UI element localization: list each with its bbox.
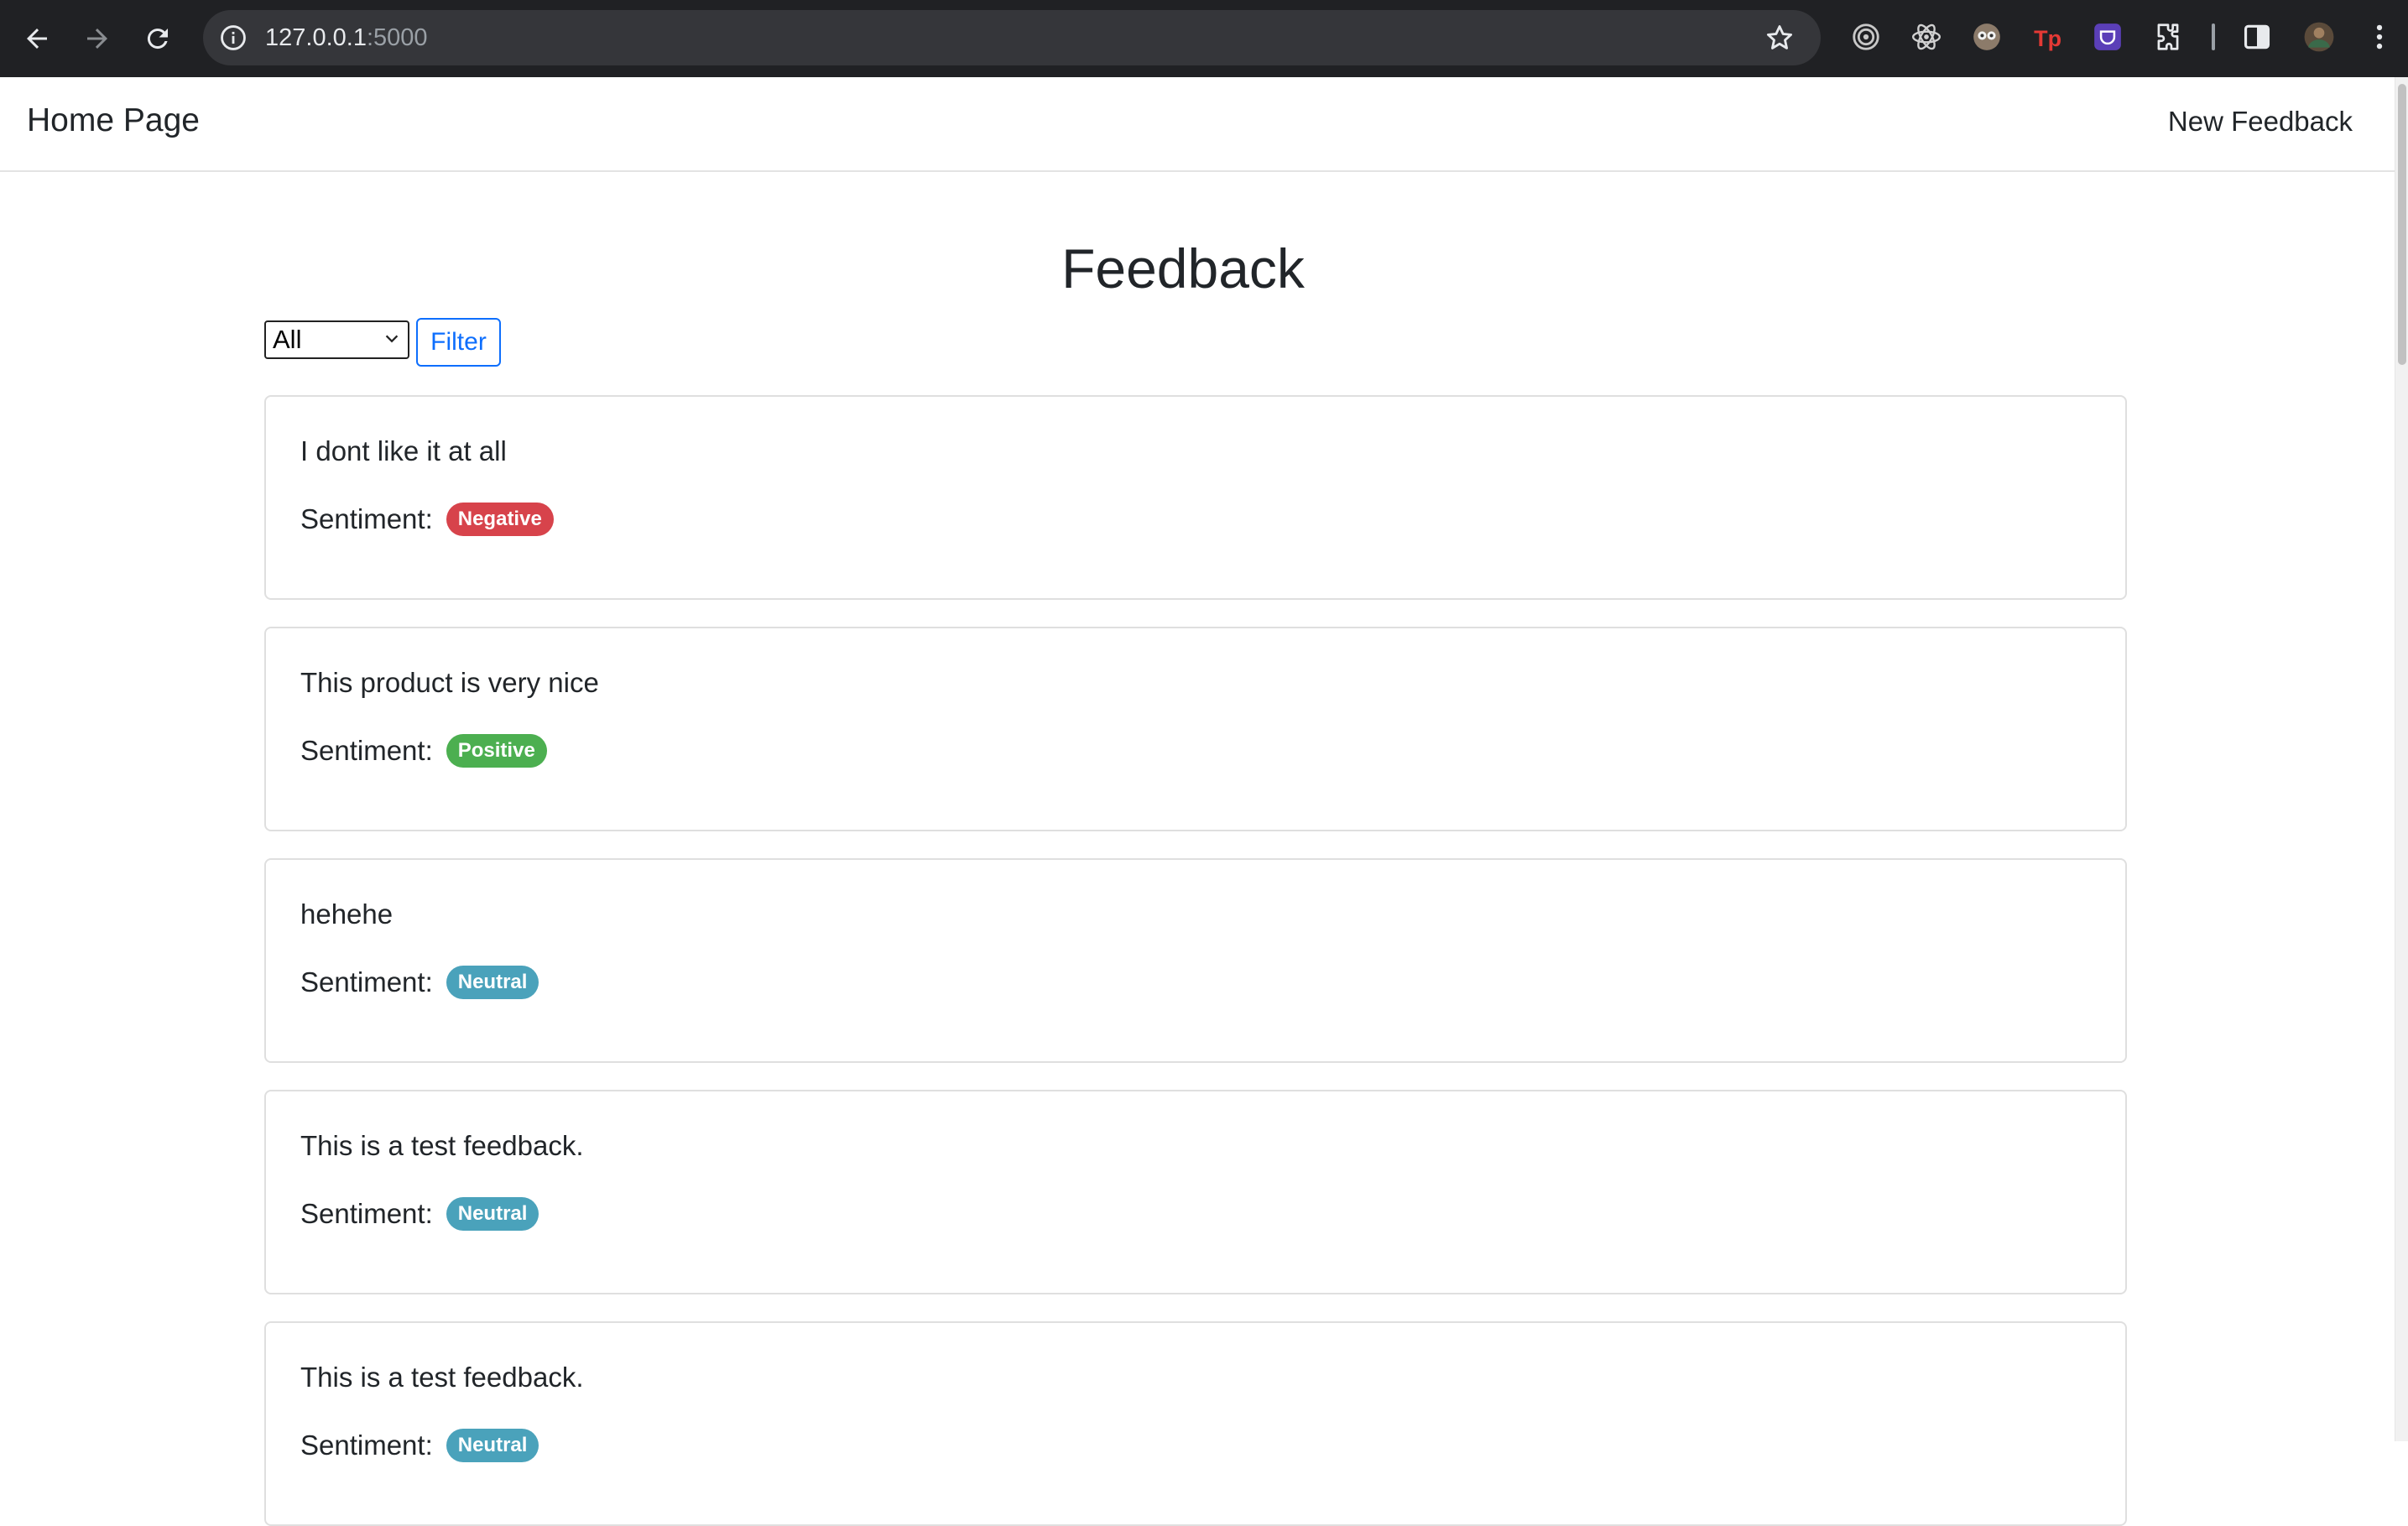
chevron-down-icon (385, 335, 399, 343)
reload-icon[interactable] (134, 15, 181, 62)
feedback-text: This is a test feedback. (300, 1362, 584, 1393)
scrollbar-thumb[interactable] (2398, 84, 2406, 365)
sentiment-row: Sentiment: Neutral (300, 1197, 539, 1231)
bookmark-star-icon[interactable] (1764, 22, 1796, 54)
feedback-card: This product is very nice Sentiment: Pos… (264, 627, 2127, 831)
sentiment-label: Sentiment: (300, 1429, 433, 1461)
sentiment-badge: Neutral (446, 1197, 539, 1231)
back-arrow-icon[interactable] (13, 15, 60, 62)
sentiment-row: Sentiment: Neutral (300, 966, 539, 999)
react-devtools-icon[interactable] (1908, 18, 1945, 55)
sentiment-row: Sentiment: Positive (300, 734, 547, 768)
feedback-card: hehehe Sentiment: Neutral (264, 858, 2127, 1063)
tp-extension-icon[interactable]: Tp (2029, 18, 2066, 55)
purple-extension-icon[interactable] (2089, 18, 2126, 55)
puzzle-extensions-icon[interactable] (2150, 18, 2186, 55)
sentiment-label: Sentiment: (300, 734, 433, 766)
sentiment-badge: Neutral (446, 966, 539, 999)
side-panel-icon[interactable] (2239, 18, 2275, 55)
address-bar[interactable]: 127.0.0.1:5000 (203, 10, 1821, 65)
site-info-icon[interactable] (216, 21, 250, 55)
home-page-link[interactable]: Home Page (27, 102, 200, 139)
toolbar-divider (2212, 23, 2215, 50)
sentiment-row: Sentiment: Neutral (300, 1429, 539, 1462)
feedback-text: This is a test feedback. (300, 1130, 584, 1161)
feedback-text: hehehe (300, 898, 394, 930)
kebab-menu-icon[interactable] (2361, 18, 2398, 55)
feedback-card: This is a test feedback. Sentiment: Neut… (264, 1090, 2127, 1294)
url-text: 127.0.0.1:5000 (265, 23, 428, 51)
page-title: Feedback (1061, 237, 1305, 299)
filter-button[interactable]: Filter (416, 318, 501, 367)
sentiment-badge: Negative (446, 503, 554, 536)
sentiment-label: Sentiment: (300, 1197, 433, 1229)
sentiment-label: Sentiment: (300, 503, 433, 534)
new-feedback-link[interactable]: New Feedback (2168, 106, 2353, 138)
target-extension-icon[interactable] (1848, 18, 1884, 55)
owl-extension-icon[interactable] (1968, 18, 2005, 55)
filter-selected-value: All (273, 325, 302, 354)
feedback-text: I dont like it at all (300, 435, 507, 466)
sentiment-row: Sentiment: Negative (300, 503, 554, 536)
page-scrollbar[interactable] (2395, 77, 2408, 1441)
sentiment-filter-select[interactable]: All (264, 320, 409, 359)
feedback-card: This is a test feedback. Sentiment: Neut… (264, 1321, 2127, 1526)
sentiment-label: Sentiment: (300, 966, 433, 997)
feedback-text: This product is very nice (300, 667, 599, 698)
browser-toolbar: 127.0.0.1:5000 Tp (0, 0, 2408, 77)
sentiment-badge: Neutral (446, 1429, 539, 1462)
app-navbar: Home Page New Feedback (0, 77, 2395, 172)
sentiment-badge: Positive (446, 734, 547, 768)
profile-avatar-icon[interactable] (2301, 18, 2338, 55)
svg-text:Tp: Tp (2034, 26, 2061, 51)
feedback-card: I dont like it at all Sentiment: Negativ… (264, 395, 2127, 600)
forward-arrow-icon[interactable] (74, 15, 121, 62)
